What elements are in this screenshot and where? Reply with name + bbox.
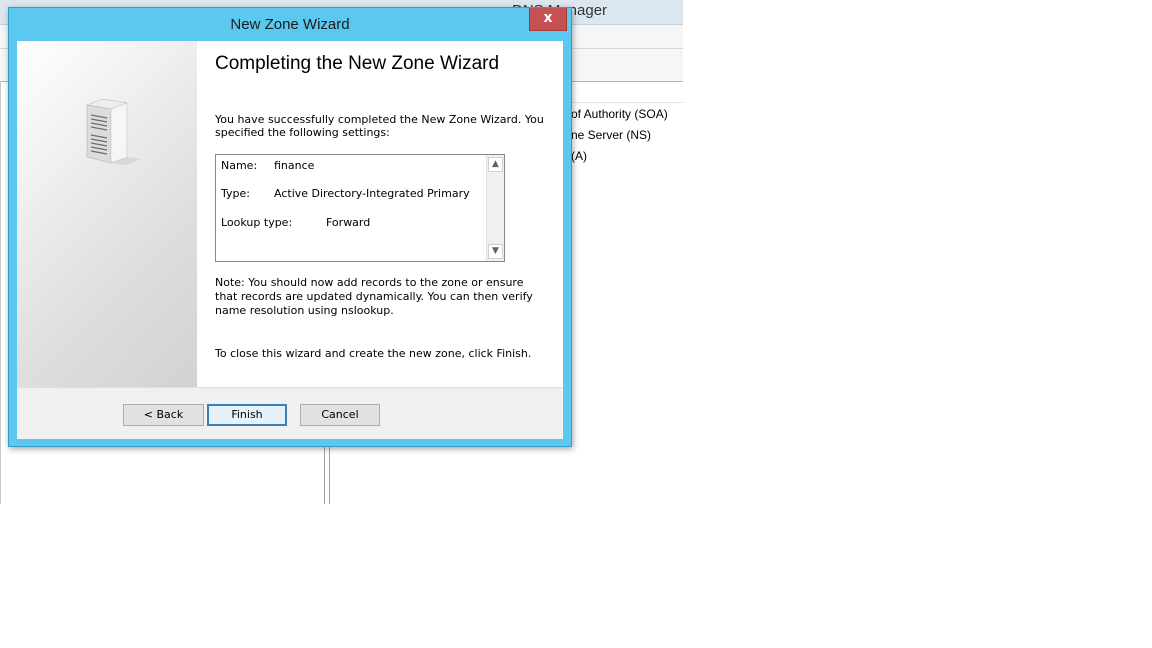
setting-label: Type: — [221, 187, 250, 200]
setting-value: finance — [274, 159, 315, 172]
wizard-side-panel — [17, 41, 197, 387]
dialog-title: New Zone Wizard — [230, 16, 350, 33]
record-a[interactable]: (A) — [571, 149, 587, 163]
finish-button[interactable]: Finish — [207, 404, 287, 426]
cancel-button[interactable]: Cancel — [300, 404, 380, 426]
back-button[interactable]: < Back — [123, 404, 204, 426]
settings-summary-box[interactable]: Name: finance Type: Active Directory-Int… — [215, 154, 505, 262]
close-icon: x — [543, 10, 553, 26]
scroll-down-icon[interactable]: ▼ — [488, 244, 503, 259]
finish-instruction-text: To close this wizard and create the new … — [215, 347, 532, 360]
record-ns[interactable]: ne Server (NS) — [571, 128, 651, 142]
new-zone-wizard-dialog: New Zone Wizard x Completing the New Zon… — [8, 7, 572, 447]
setting-label: Lookup type: — [221, 216, 293, 229]
setting-value: Active Directory-Integrated Primary — [274, 187, 470, 200]
note-text: Note: You should now add records to the … — [215, 276, 533, 317]
setting-label: Name: — [221, 159, 258, 172]
wizard-content: Completing the New Zone Wizard You have … — [197, 41, 563, 387]
server-icon — [86, 98, 141, 165]
intro-text: You have successfully completed the New … — [215, 113, 544, 139]
wizard-button-bar: < Back Finish Cancel — [17, 387, 563, 439]
close-button[interactable]: x — [529, 8, 567, 31]
record-soa[interactable]: of Authority (SOA) — [571, 107, 668, 121]
dialog-client-area: Completing the New Zone Wizard You have … — [17, 41, 563, 439]
console-tree-edge — [0, 82, 1, 504]
scroll-up-icon[interactable]: ▲ — [488, 157, 503, 172]
settings-scrollbar[interactable]: ▲ ▼ — [486, 155, 504, 261]
page-heading: Completing the New Zone Wizard — [215, 53, 500, 74]
setting-value: Forward — [326, 216, 371, 229]
